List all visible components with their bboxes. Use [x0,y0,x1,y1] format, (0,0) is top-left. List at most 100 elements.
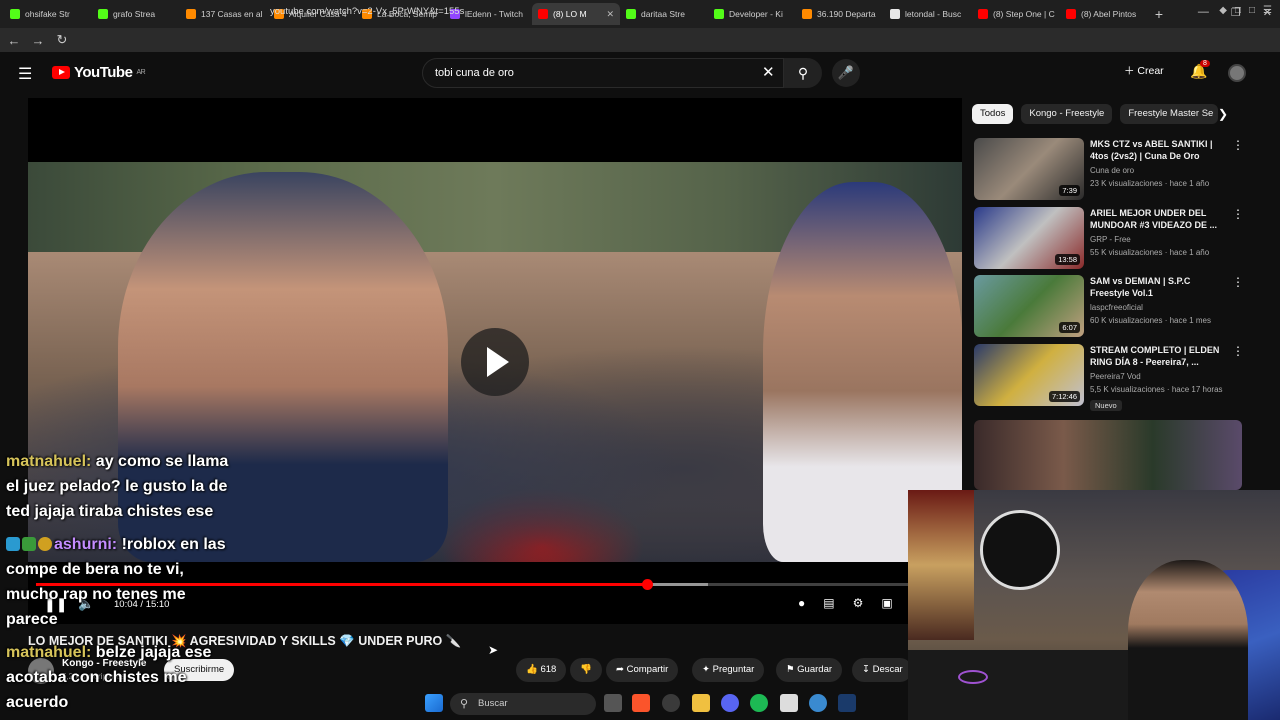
share-button[interactable]: ➦ Compartir [606,658,679,682]
tab-favicon-icon [98,9,108,19]
notification-badge: 8 [1200,60,1210,67]
chat-badge-icon [38,537,52,551]
more-vert-icon[interactable]: ⋮ [1232,344,1244,358]
browser-tab[interactable]: ohsifake Str [4,3,92,25]
browser-tab[interactable]: (8) Step One | C [972,3,1060,25]
recommendation-title[interactable]: MKS CTZ vs ABEL SANTIKI | 4tos (2vs2) | … [1090,138,1230,162]
search-icon: ⚲ [797,65,809,81]
app-icon[interactable] [662,694,680,712]
url-field[interactable]: youtube.com/watch?v=2-Vx_5PrWNY&t=155s [246,4,966,20]
forward-icon[interactable]: → [28,33,48,48]
save-button[interactable]: ⚑ Guardar [776,658,843,682]
scrubber-knob[interactable] [641,579,653,590]
create-button[interactable]: ＋ Crear [1124,63,1164,78]
minimize-icon[interactable]: — [1198,6,1209,19]
recommendation-item[interactable]: 7:12:46 STREAM COMPLETO | ELDEN RING DÍA… [974,344,1264,414]
player-right-controls: ● ▤ ⚙ ▣ [798,596,893,610]
ask-button[interactable]: ✦ Preguntar [692,658,765,682]
autoplay-toggle-icon[interactable]: ● [798,596,805,610]
recommendation-channel[interactable]: Cuna de oro [1090,166,1134,175]
thumbs-up-icon: 👍 [526,664,538,675]
miniplayer-icon[interactable]: ▣ [881,596,892,610]
dislike-button[interactable]: 👎 [570,658,602,682]
obs-icon[interactable] [780,694,798,712]
logo-text: YouTube [74,64,133,81]
search-input[interactable]: tobi cuna de oro [422,58,784,88]
more-vert-icon[interactable]: ⋮ [1232,275,1244,289]
brave-browser-icon[interactable] [632,694,650,712]
more-vert-icon[interactable]: ⋮ [1232,138,1244,152]
poster-image [908,490,974,640]
create-label: Crear [1137,65,1164,77]
browser-tab[interactable]: (8) Abel Pintos [1060,3,1148,25]
more-vert-icon[interactable]: ⋮ [1232,207,1244,221]
recommendation-item[interactable]: 7:39 MKS CTZ vs ABEL SANTIKI | 4tos (2vs… [974,138,1264,202]
chat-username: matnahuel [6,453,87,470]
logo-region: AR [136,69,146,76]
chip-freestyle-master[interactable]: Freestyle Master Se [1120,104,1219,124]
duration-badge: 7:39 [1059,185,1080,196]
sidebar-icon[interactable]: □ [1235,5,1241,16]
settings-gear-icon[interactable]: ⚙ [853,596,864,610]
video-thumbnail[interactable]: 7:39 [974,138,1084,200]
chevron-right-icon[interactable]: ❯ [1218,107,1228,121]
recommendation-title[interactable]: ARIEL MEJOR UNDER DEL MUNDOAR #3 VIDEAZO… [1090,207,1230,231]
chat-username: matnahuel [6,644,87,661]
tab-favicon-icon [1066,9,1076,19]
back-icon[interactable]: ← [4,33,24,48]
video-thumbnail[interactable]: 7:12:46 [974,344,1084,406]
voice-search-button[interactable]: 🎤 [832,59,860,87]
like-count: 618 [540,664,557,675]
hamburger-menu-icon[interactable]: ☰ [18,64,32,84]
reload-icon[interactable]: ↻ [52,32,72,48]
discord-icon[interactable] [721,694,739,712]
browser-extensions: ◆ □ □ ☰ [1219,5,1272,16]
recommendation-channel[interactable]: GRP - Free [1090,235,1131,244]
recommendation-item[interactable]: 6:07 SAM vs DEMIAN | S.P.C Freestyle Vol… [974,275,1264,339]
steam-icon[interactable] [838,694,856,712]
subtitles-icon[interactable]: ▤ [823,596,834,610]
app-icon[interactable] [809,694,827,712]
big-play-button[interactable] [461,328,529,396]
filter-chips: Todos Kongo - Freestyle Freestyle Master… [972,104,1219,124]
chip-kongo[interactable]: Kongo - Freestyle [1021,104,1113,124]
tab-title: grafo Strea [113,9,156,19]
search-button[interactable]: ⚲ [784,58,822,88]
youtube-logo[interactable]: YouTube AR [52,64,146,81]
extension-icon[interactable]: ◆ [1219,5,1227,16]
chat-text: ted jajaja tiraba chistes ese [6,503,214,520]
recommendation-meta: 60 K visualizaciones · hace 1 mes [1090,316,1211,325]
chip-todos[interactable]: Todos [972,104,1014,124]
youtube-play-icon [52,66,70,79]
chat-message: matnahuel: belze jajaja ese acotaba con … [6,640,211,715]
video-thumbnail[interactable]: 13:58 [974,207,1084,269]
spotify-icon[interactable] [750,694,768,712]
new-tab-icon[interactable]: + [1148,6,1170,22]
clear-search-icon[interactable]: ✕ [762,63,775,81]
recommendation-item[interactable]: 13:58 ARIEL MEJOR UNDER DEL MUNDOAR #3 V… [974,207,1264,271]
recommendation-title[interactable]: STREAM COMPLETO | ELDEN RING DÍA 8 - Pee… [1090,344,1230,368]
logo-poster-image [980,510,1060,590]
duration-badge: 6:07 [1059,322,1080,333]
like-button[interactable]: 👍 618 [516,658,567,682]
recommendation-title[interactable]: SAM vs DEMIAN | S.P.C Freestyle Vol.1 [1090,275,1230,299]
light-image [958,670,988,684]
wallet-icon[interactable]: □ [1249,5,1255,16]
task-view-icon[interactable] [604,694,622,712]
video-thumbnail[interactable] [974,420,1242,490]
browser-tab[interactable]: grafo Strea [92,3,180,25]
file-explorer-icon[interactable] [692,694,710,712]
account-avatar[interactable] [1228,64,1246,82]
chat-text: belze jajaja ese [95,644,212,661]
windows-start-icon[interactable] [425,694,443,712]
address-bar-row: ← → ↻ [0,28,1280,52]
video-thumbnail[interactable]: 6:07 [974,275,1084,337]
recommendation-channel[interactable]: Peereira7 Vod [1090,372,1141,381]
recommendation-channel[interactable]: laspcfreeoficial [1090,303,1143,312]
desk-image [908,650,1138,720]
taskbar-search[interactable]: Buscar [450,693,596,715]
menu-icon[interactable]: ☰ [1263,5,1272,16]
recommendation-meta: 55 K visualizaciones · hace 1 año [1090,248,1210,257]
tab-title: (8) Step One | C [993,9,1055,19]
download-button[interactable]: ↧ Descar [852,658,912,682]
